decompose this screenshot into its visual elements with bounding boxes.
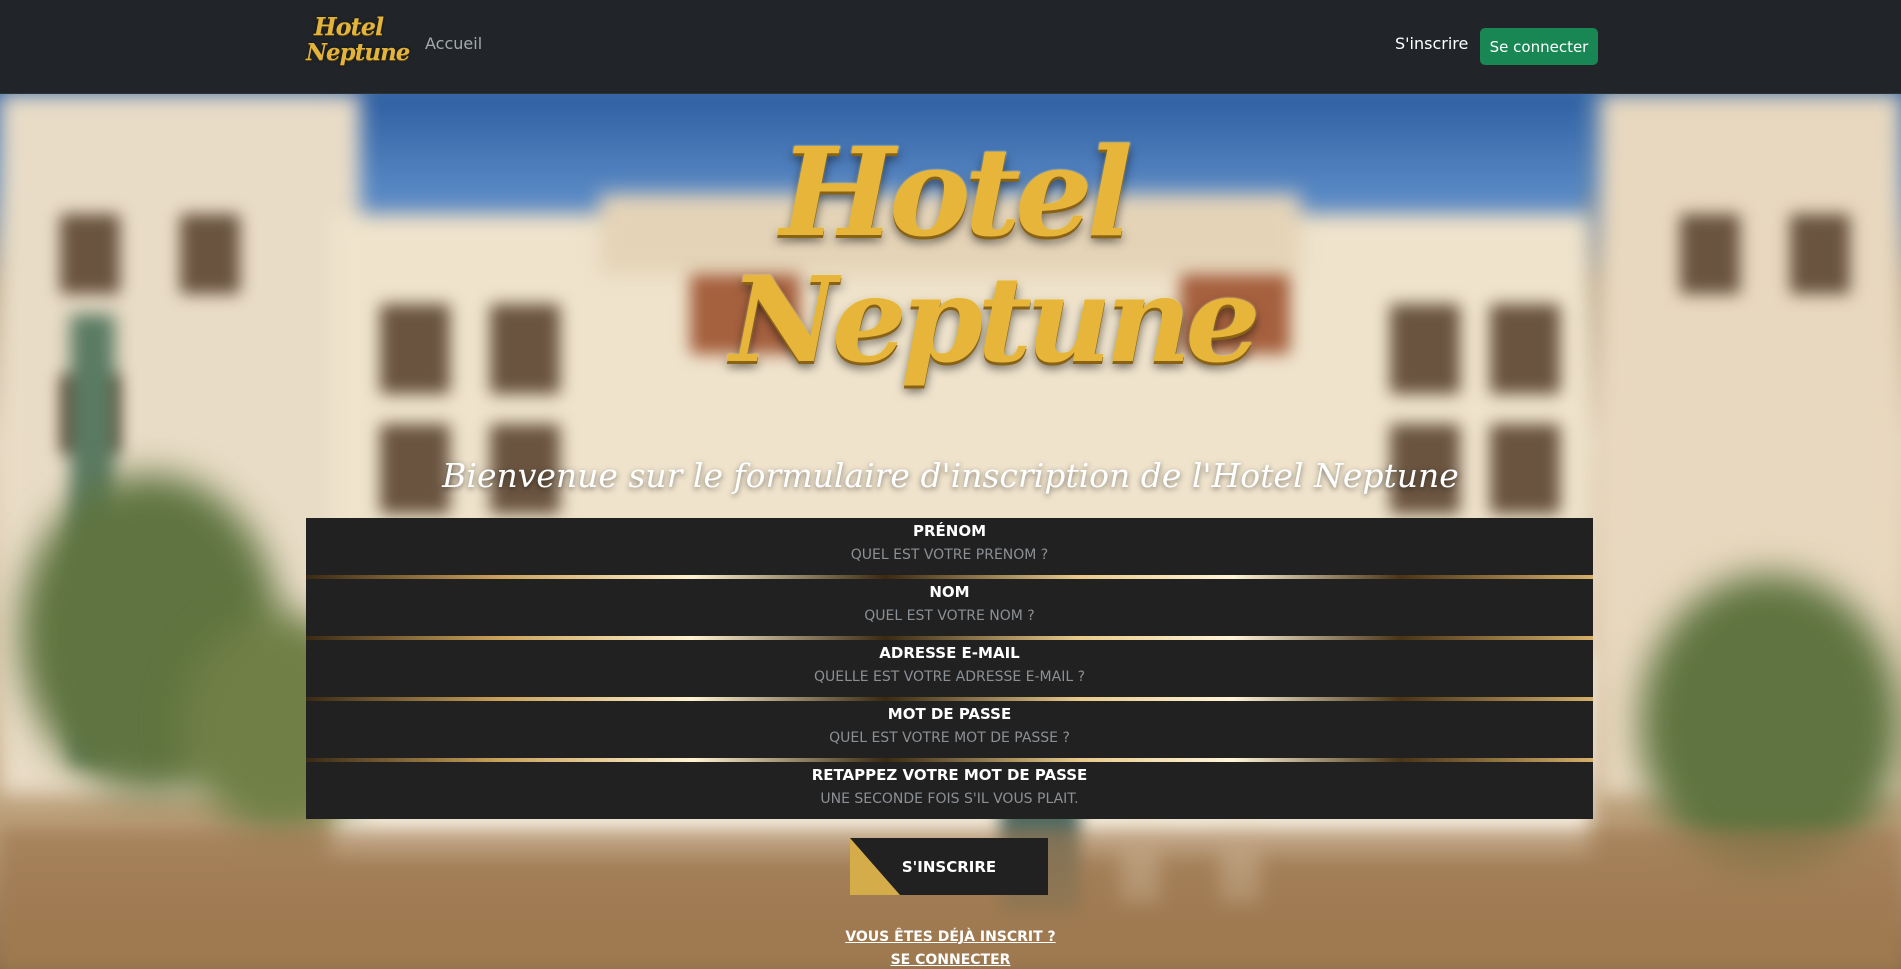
welcome-heading: Bienvenue sur le formulaire d'inscriptio… xyxy=(442,456,1459,495)
hotel-neptune-big-logo: Hotel Neptune xyxy=(700,120,1261,410)
logo-line-2: Neptune xyxy=(306,39,410,66)
password-group: Mot de passe xyxy=(306,701,1593,762)
firstname-group: Prénom xyxy=(306,518,1593,579)
navbar: Hotel Neptune Accueil S'inscrire Se conn… xyxy=(0,0,1901,94)
nav-signup-link[interactable]: S'inscrire xyxy=(1395,34,1468,53)
password-label: Mot de passe xyxy=(887,705,1012,723)
already-registered-link[interactable]: Vous êtes déjà inscrit ? xyxy=(0,926,1901,949)
email-input[interactable] xyxy=(449,666,1450,688)
firstname-label: Prénom xyxy=(912,522,987,540)
signup-submit-label: S'inscrire xyxy=(901,857,997,876)
login-link[interactable]: Se connecter xyxy=(0,949,1901,969)
login-button[interactable]: Se connecter xyxy=(1480,28,1598,65)
password-confirm-label: Retappez votre mot de passe xyxy=(811,766,1088,784)
signup-form: Prénom Nom Adresse e-mail Mot de passe R… xyxy=(306,518,1593,819)
logo-line-1: Hotel xyxy=(314,12,384,41)
lastname-group: Nom xyxy=(306,579,1593,640)
email-label: Adresse e-mail xyxy=(879,644,1020,662)
signup-submit-button[interactable]: S'inscrire xyxy=(850,838,1048,895)
already-registered-block: Vous êtes déjà inscrit ? Se connecter xyxy=(0,926,1901,969)
big-logo-line-2: Neptune xyxy=(730,250,1261,389)
lastname-input[interactable] xyxy=(449,605,1450,627)
password-confirm-input[interactable] xyxy=(449,788,1450,810)
hotel-neptune-logo[interactable]: Hotel Neptune xyxy=(306,12,410,72)
lastname-label: Nom xyxy=(929,583,970,601)
password-confirm-group: Retappez votre mot de passe xyxy=(306,762,1593,819)
gold-corner-decoration xyxy=(850,838,900,895)
big-logo-line-1: Hotel xyxy=(780,120,1133,264)
email-group: Adresse e-mail xyxy=(306,640,1593,701)
firstname-input[interactable] xyxy=(449,544,1450,566)
nav-home-link[interactable]: Accueil xyxy=(425,34,482,53)
password-input[interactable] xyxy=(449,727,1450,749)
